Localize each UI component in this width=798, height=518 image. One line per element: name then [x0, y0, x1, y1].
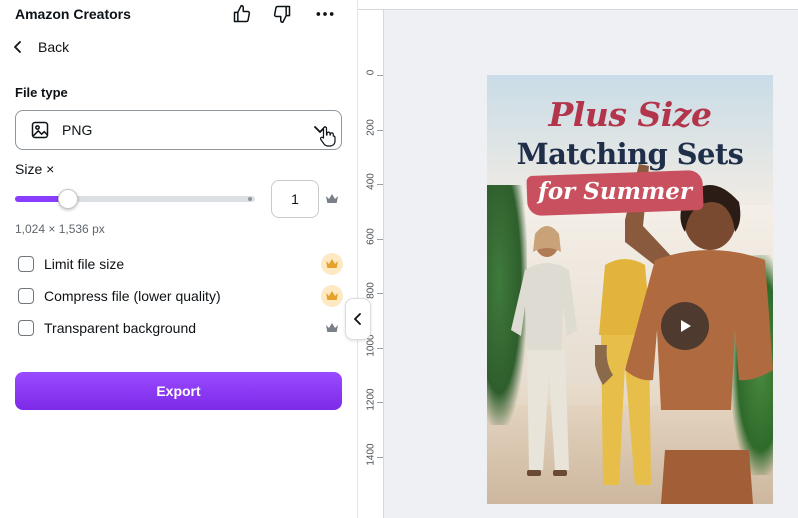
ruler-label: 1200	[365, 388, 377, 411]
crown-icon	[321, 188, 343, 210]
ruler-vertical: 0 200 400 600 800 1000 1200 1400	[358, 10, 384, 518]
size-multiplier-input[interactable]	[271, 180, 319, 218]
slider-end-dot	[248, 197, 252, 201]
design-page[interactable]: Plus Size Matching Sets for Summer	[487, 75, 773, 504]
compress-file-label: Compress file (lower quality)	[44, 288, 221, 304]
back-label: Back	[38, 39, 70, 55]
ruler-tick	[377, 184, 383, 185]
size-label: Size ×	[15, 161, 55, 177]
chevron-left-icon	[354, 313, 361, 325]
transparent-background-option[interactable]: Transparent background	[18, 317, 196, 339]
ruler-tick	[377, 238, 383, 240]
image-icon	[31, 121, 49, 139]
ruler-tick	[377, 347, 383, 349]
ruler-tick	[377, 402, 383, 403]
ruler-tick	[377, 456, 383, 458]
limit-file-size-label: Limit file size	[44, 256, 125, 272]
ruler-label: 600	[365, 227, 377, 245]
back-button[interactable]: Back	[12, 36, 69, 58]
compress-file-option[interactable]: Compress file (lower quality)	[18, 285, 221, 307]
export-button[interactable]: Export	[15, 372, 342, 410]
crown-icon	[321, 317, 343, 339]
ruler-label: 200	[365, 118, 377, 136]
play-video-button[interactable]	[661, 302, 709, 350]
thumbs-up-icon[interactable]	[231, 3, 253, 25]
ruler-horizontal	[358, 0, 798, 10]
model-figure-left	[511, 226, 577, 476]
app-title: Amazon Creators	[15, 6, 131, 22]
ruler-tick	[377, 129, 383, 131]
ruler-label: 400	[365, 173, 377, 190]
limit-file-size-checkbox[interactable]	[18, 256, 34, 272]
crown-badge-icon	[321, 253, 343, 275]
chevron-left-icon	[14, 41, 21, 53]
ruler-label: 0	[365, 69, 377, 76]
headline-plus-size: Plus Size	[548, 95, 712, 134]
file-type-select[interactable]: PNG	[15, 110, 342, 150]
crown-badge-icon	[321, 285, 343, 307]
ruler-label: 1400	[365, 442, 377, 466]
output-dimensions: 1,024 × 1,536 px	[15, 222, 105, 236]
play-icon	[681, 320, 691, 332]
more-options-icon[interactable]	[314, 3, 336, 25]
hand-cursor-icon	[319, 126, 336, 147]
file-type-value: PNG	[62, 122, 93, 138]
panel-header: Amazon Creators	[0, 0, 358, 30]
headline-for-summer: for Summer	[537, 178, 693, 205]
file-type-label: File type	[15, 85, 68, 100]
slider-thumb[interactable]	[57, 189, 78, 209]
headline-matching-sets: Matching Sets	[516, 137, 744, 171]
ruler-tick	[377, 293, 383, 294]
ruler-tick	[377, 75, 383, 76]
limit-file-size-option[interactable]: Limit file size	[18, 253, 124, 275]
transparent-background-label: Transparent background	[44, 320, 197, 336]
thumbs-down-icon[interactable]	[271, 3, 293, 25]
size-slider[interactable]	[15, 189, 255, 209]
compress-file-checkbox[interactable]	[18, 288, 34, 304]
transparent-background-checkbox[interactable]	[18, 320, 34, 336]
export-panel: Amazon Creators Back File type PNG Size …	[0, 0, 358, 518]
collapse-panel-button[interactable]	[345, 298, 371, 340]
